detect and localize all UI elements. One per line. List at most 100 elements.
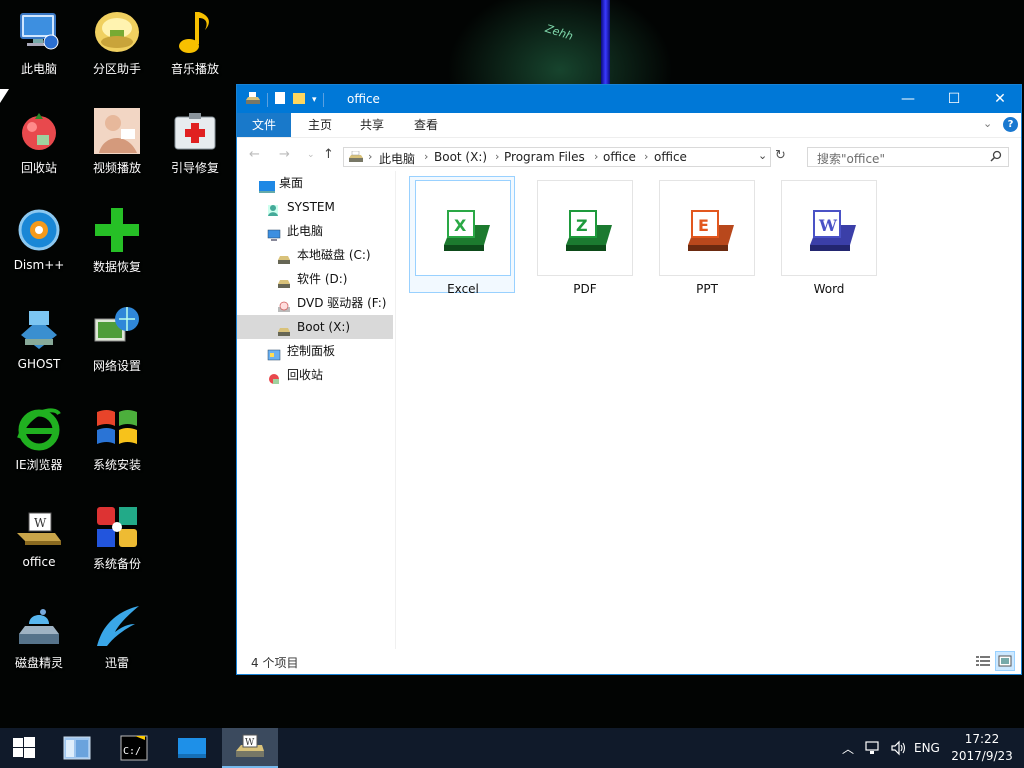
properties-icon[interactable] [274,91,286,108]
file-name-pdf[interactable]: PDF [532,282,638,296]
desktop-icon-dism[interactable]: Dism++ [1,200,77,290]
windows-flag-icon [93,404,141,452]
customize-quick-access-icon[interactable]: ▾ [312,95,317,105]
desktop-icon-recycle-bin[interactable]: 回收站 [1,101,77,191]
search-box[interactable]: 搜索"office" [807,147,1009,167]
file-item-pdf[interactable]: Z [537,180,633,276]
tab-home[interactable]: 主页 [297,113,343,137]
start-button[interactable] [0,728,48,768]
desktop-icon-video-player[interactable]: 视频播放 [79,101,155,191]
network-tray-icon[interactable] [864,728,882,768]
new-folder-icon[interactable] [292,91,306,108]
file-name-word[interactable]: Word [776,282,882,296]
file-item-ppt[interactable]: E [659,180,755,276]
forward-arrow-icon[interactable]: → [279,147,290,162]
dvd-icon [277,297,291,312]
backup-tiles-icon [93,503,141,551]
desktop-icon-disk-genius[interactable]: 磁盘精灵 [1,596,77,686]
nav-label: 控制面板 [287,344,336,358]
dism-icon [15,206,63,254]
large-icons-view-icon[interactable] [995,651,1015,671]
ghost-icon [15,305,63,353]
wallpaper-text: Zehh [543,21,575,44]
expand-ribbon-icon[interactable]: ⌄ [983,117,992,130]
breadcrumb-program-files[interactable]: Program Files [504,150,585,164]
nav-item-recycle-bin[interactable]: 回收站 [237,363,423,387]
breadcrumb-boot[interactable]: Boot (X:) [434,150,487,164]
computer-icon [15,8,63,56]
help-icon[interactable]: ? [1003,117,1018,132]
breadcrumb-separator: › [644,150,649,163]
breadcrumb-office-current[interactable]: office [654,150,687,164]
tab-file[interactable]: 文件 [237,113,291,137]
file-name-ppt[interactable]: PPT [654,282,760,296]
drive-address-icon [348,150,364,166]
recent-locations-icon[interactable]: ⌄ [307,150,315,160]
desktop-icon-ie[interactable]: IE浏览器 [1,398,77,488]
show-hidden-icons-button[interactable]: ︿ [842,728,854,768]
nav-item-desktop[interactable]: 桌面 [237,171,415,195]
file-item-word[interactable]: W [781,180,877,276]
system-clock[interactable]: 17:22 2017/9/23 [948,731,1016,765]
title-bar[interactable]: ▾ office — ☐ ✕ [237,85,1021,113]
file-item-excel[interactable]: X [415,180,511,276]
desktop-icon-label: 磁盘精灵 [14,656,63,670]
back-arrow-icon[interactable]: ← [249,147,260,162]
network-globe-icon [93,305,141,353]
tab-view[interactable]: 查看 [403,113,449,137]
clock-time: 17:22 [964,732,1000,746]
desktop-icon-network-settings[interactable]: 网络设置 [79,299,155,389]
desktop-icon-system-backup[interactable]: 系统备份 [79,497,155,587]
desktop-icon-label: 此电脑 [20,62,57,76]
desktop-icon-partition-assistant[interactable]: 分区助手 [79,2,155,92]
address-bar[interactable]: › 此电脑 › Boot (X:) › Program Files › offi… [343,147,771,167]
desktop-icon-label: 迅雷 [104,656,129,670]
drive-icon [277,249,291,264]
nav-item-control-panel[interactable]: 控制面板 [237,339,423,363]
music-note-icon [171,8,219,56]
desktop-icon [259,177,275,193]
breadcrumb-office[interactable]: office [603,150,636,164]
tab-share[interactable]: 共享 [349,113,395,137]
nav-item-this-pc[interactable]: 此电脑 [237,219,423,243]
recycle-bin-icon [15,107,63,155]
nav-label: Boot (X:) [297,320,351,334]
details-view-icon[interactable] [975,654,991,671]
up-arrow-icon[interactable]: ↑ [323,147,334,162]
control-panel-icon [267,345,281,360]
clock-date: 2017/9/23 [951,749,1013,763]
desktop-icon-music[interactable]: 音乐播放 [157,2,233,92]
nav-item-drive-d[interactable]: 软件 (D:) [237,267,433,291]
explorer-window[interactable]: ▾ office — ☐ ✕ 文件 主页 共享 查看 ⌄ ? ← → ⌄ ↑ ›… [236,84,1022,675]
desktop-icon-office[interactable]: W office [1,497,77,587]
address-dropdown-icon[interactable]: ⌄ [758,149,767,162]
nav-item-system[interactable]: SYSTEM [237,195,423,219]
desktop-icon-this-pc[interactable]: 此电脑 [1,2,77,92]
taskbar-file-explorer[interactable] [54,728,102,768]
desktop-icon-boot-repair[interactable]: 引导修复 [157,101,233,191]
volume-tray-icon[interactable] [890,728,908,768]
language-indicator[interactable]: ENG [914,728,940,768]
desktop-icon-system-install[interactable]: 系统安装 [79,398,155,488]
file-name-excel[interactable]: Excel [410,282,516,296]
search-icon[interactable] [990,150,1002,165]
ribbon-tabs: 文件 主页 共享 查看 ⌄ ? [237,113,1021,138]
refresh-icon[interactable]: ↻ [775,148,786,163]
breadcrumb-separator: › [594,150,599,163]
close-button[interactable]: ✕ [977,85,1023,113]
minimize-button[interactable]: — [885,85,931,113]
desktop-icon-label: IE浏览器 [15,458,63,472]
taskbar-desktop-window[interactable] [168,728,216,768]
ie-browser-icon [15,404,63,452]
taskbar-command-prompt[interactable]: C:/ [110,728,158,768]
taskbar-office-window[interactable]: W [222,728,278,768]
breadcrumb-this-pc[interactable]: 此电脑 [379,150,415,167]
nav-item-dvd-f[interactable]: DVD 驱动器 (F:) [237,291,433,315]
nav-item-boot-x[interactable]: Boot (X:) [237,315,393,339]
ppt-icon: E [688,210,734,251]
desktop-icon-ghost[interactable]: GHOST [1,299,77,389]
nav-item-drive-c[interactable]: 本地磁盘 (C:) [237,243,433,267]
desktop-icon-data-recovery[interactable]: 数据恢复 [79,200,155,290]
maximize-button[interactable]: ☐ [931,85,977,113]
desktop-icon-thunder[interactable]: 迅雷 [79,596,155,686]
